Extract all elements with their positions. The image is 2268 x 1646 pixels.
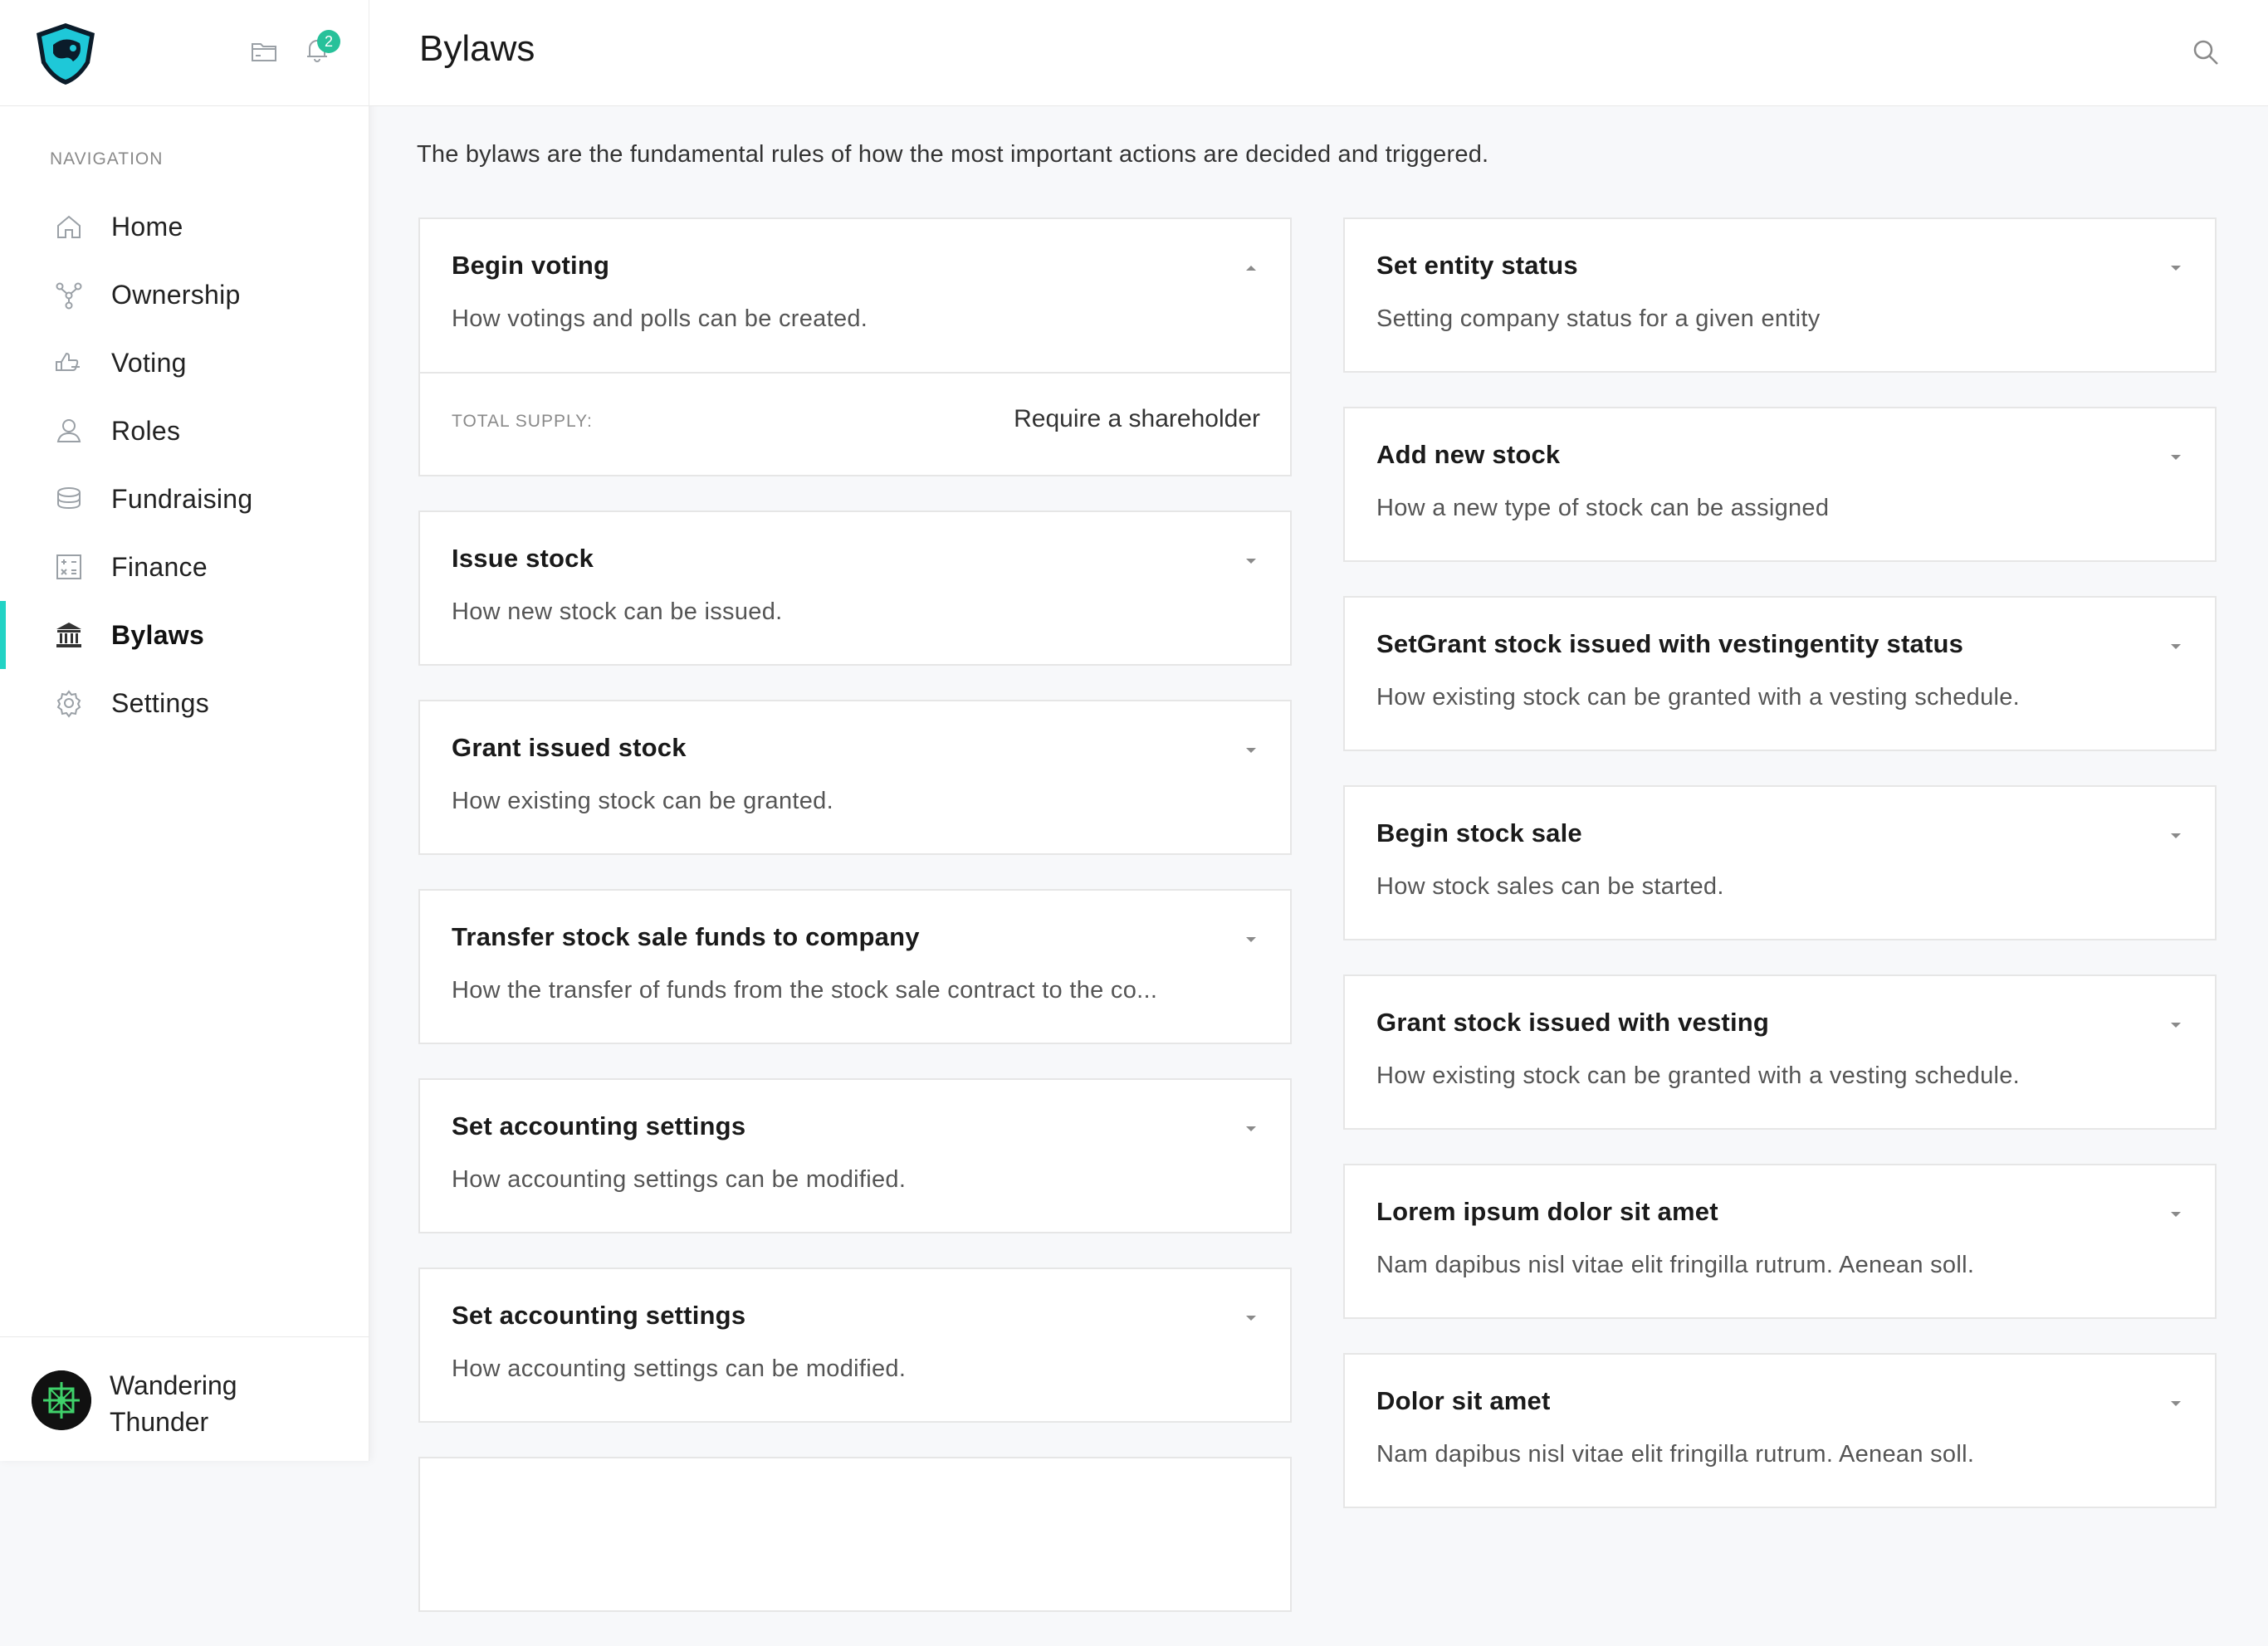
app-logo[interactable] [32, 20, 100, 86]
card-description: How existing stock can be granted. [452, 788, 833, 814]
card-description: How accounting settings can be modified. [452, 1166, 907, 1193]
card-title: Issue stock [452, 544, 594, 573]
nav-list: Home Ownership Voting Roles Fundraising … [0, 193, 369, 737]
card-description: How stock sales can be started. [1376, 873, 1724, 900]
card-title: Begin stock sale [1376, 818, 1582, 847]
card-title: Lorem ipsum dolor sit amet [1376, 1197, 1718, 1226]
bylaws-icon [56, 623, 81, 647]
roles-icon [56, 419, 81, 442]
sidebar-item-voting[interactable]: Voting [0, 329, 369, 397]
sidebar-item-label: Ownership [111, 279, 241, 310]
sidebar-item-home[interactable]: Home [0, 193, 369, 261]
bylaw-card[interactable]: Add new stock How a new type of stock ca… [1343, 407, 2217, 562]
sidebar: 2 NAVIGATION Home Ownership Voting Roles… [0, 0, 369, 1461]
card-description: How the transfer of funds from the stock… [452, 977, 1158, 1004]
search-icon[interactable] [2190, 37, 2222, 68]
card-title: SetGrant stock issued with vestingentity… [1376, 629, 1964, 658]
card-title: Set entity status [1376, 251, 1578, 280]
card-description: Nam dapibus nisl vitae elit fringilla ru… [1376, 1252, 1975, 1278]
card-title: Dolor sit amet [1376, 1386, 1551, 1415]
chevron-down-icon[interactable] [2167, 262, 2185, 274]
sidebar-header: 2 [0, 0, 369, 106]
sidebar-item-bylaws[interactable]: Bylaws [0, 601, 369, 669]
chevron-down-icon[interactable] [2167, 1019, 2185, 1031]
card-description: Nam dapibus nisl vitae elit fringilla ru… [1376, 1441, 1975, 1468]
bylaws-column-left: Begin voting How votings and polls can b… [418, 217, 1292, 1646]
ownership-icon [56, 282, 82, 310]
card-description: Setting company status for a given entit… [1376, 305, 1821, 332]
voting-icon [56, 352, 80, 371]
chevron-down-icon[interactable] [1242, 934, 1260, 945]
chevron-down-icon[interactable] [1242, 745, 1260, 756]
sidebar-item-fundraising[interactable]: Fundraising [0, 465, 369, 533]
chevron-down-icon[interactable] [1242, 1123, 1260, 1135]
chevron-down-icon[interactable] [2167, 830, 2185, 842]
notification-badge: 2 [317, 30, 340, 53]
sidebar-item-roles[interactable]: Roles [0, 397, 369, 465]
chevron-up-icon[interactable] [1242, 262, 1260, 274]
gear-icon [56, 690, 81, 718]
bylaw-card[interactable]: Issue stock How new stock can be issued. [418, 510, 1292, 666]
sidebar-item-ownership[interactable]: Ownership [0, 261, 369, 329]
card-divider [420, 372, 1290, 374]
sidebar-item-label: Finance [111, 551, 208, 582]
sidebar-item-label: Bylaws [111, 619, 205, 650]
bylaw-card[interactable]: Grant issued stock How existing stock ca… [418, 700, 1292, 855]
bylaw-card[interactable]: Set accounting settings How accounting s… [418, 1267, 1292, 1423]
sidebar-item-label: Home [111, 211, 183, 242]
bylaw-card[interactable]: Lorem ipsum dolor sit amet Nam dapibus n… [1343, 1164, 2217, 1319]
user-profile[interactable]: Wandering Thunder [0, 1336, 369, 1461]
card-title: Transfer stock sale funds to company [452, 922, 920, 951]
card-description: How a new type of stock can be assigned [1376, 495, 1830, 521]
finance-icon [56, 554, 81, 579]
card-meta-label: TOTAL SUPPLY: [452, 412, 593, 431]
sidebar-item-label: Voting [111, 347, 187, 378]
nav-heading: NAVIGATION [50, 149, 164, 169]
sidebar-item-settings[interactable]: Settings [0, 669, 369, 737]
chevron-down-icon[interactable] [2167, 1398, 2185, 1409]
avatar[interactable] [32, 1370, 91, 1430]
chevron-down-icon[interactable] [1242, 1312, 1260, 1324]
card-description: How accounting settings can be modified. [452, 1355, 907, 1382]
card-description: How existing stock can be granted with a… [1376, 1062, 2021, 1089]
card-description: How existing stock can be granted with a… [1376, 684, 2021, 711]
user-name: Wandering Thunder [110, 1370, 237, 1437]
bylaw-card[interactable]: Begin voting How votings and polls can b… [418, 217, 1292, 476]
bylaw-card[interactable]: Set entity status Setting company status… [1343, 217, 2217, 373]
bylaws-column-right: Set entity status Setting company status… [1343, 217, 2217, 1542]
card-description: How new stock can be issued. [452, 598, 783, 625]
card-title: Set accounting settings [452, 1301, 746, 1330]
bylaw-card[interactable]: Set accounting settings How accounting s… [418, 1078, 1292, 1233]
card-meta-value: Require a shareholder [1014, 405, 1260, 432]
card-title: Grant stock issued with vesting [1376, 1008, 1770, 1037]
home-icon [57, 215, 81, 238]
sidebar-item-finance[interactable]: Finance [0, 533, 369, 601]
fundraising-icon [57, 487, 81, 510]
chevron-down-icon[interactable] [1242, 555, 1260, 567]
sidebar-item-label: Roles [111, 415, 181, 446]
sidebar-item-label: Settings [111, 687, 210, 718]
bylaw-card[interactable]: Begin stock sale How stock sales can be … [1343, 785, 2217, 940]
bylaw-card[interactable] [418, 1457, 1292, 1612]
card-title: Add new stock [1376, 440, 1561, 469]
folder-icon[interactable] [249, 37, 279, 66]
bylaw-card[interactable]: Grant stock issued with vesting How exis… [1343, 974, 2217, 1130]
chevron-down-icon[interactable] [2167, 1209, 2185, 1220]
page-intro: The bylaws are the fundamental rules of … [417, 141, 1489, 168]
top-header: Bylaws [369, 0, 2268, 106]
card-title: Set accounting settings [452, 1111, 746, 1140]
chevron-down-icon[interactable] [2167, 452, 2185, 463]
card-title: Begin voting [452, 251, 610, 280]
card-title: Grant issued stock [452, 733, 687, 762]
bylaw-card[interactable]: Dolor sit amet Nam dapibus nisl vitae el… [1343, 1353, 2217, 1508]
sidebar-item-label: Fundraising [111, 483, 253, 514]
bylaw-card[interactable]: Transfer stock sale funds to company How… [418, 889, 1292, 1044]
bylaw-card[interactable]: SetGrant stock issued with vestingentity… [1343, 596, 2217, 751]
chevron-down-icon[interactable] [2167, 641, 2185, 652]
card-description: How votings and polls can be created. [452, 305, 868, 332]
page-title: Bylaws [419, 28, 535, 69]
